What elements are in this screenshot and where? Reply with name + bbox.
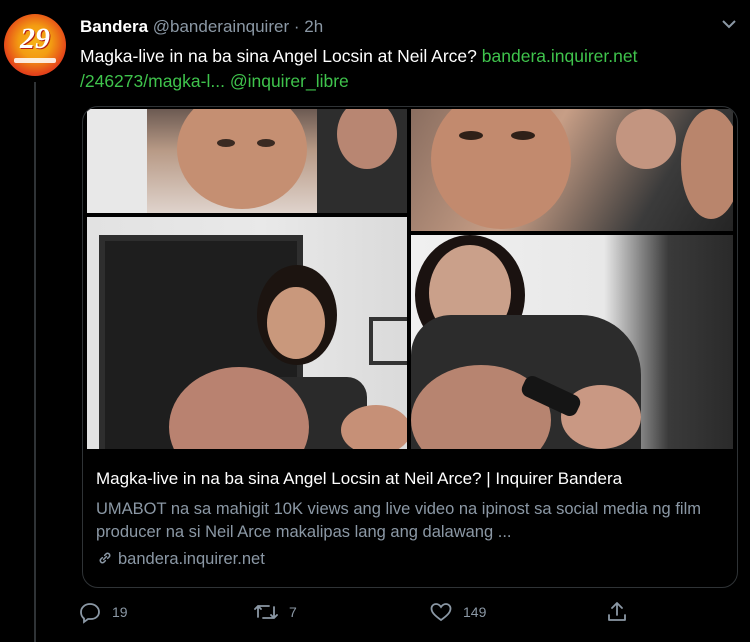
tweet-actions: 19 7 149 xyxy=(78,598,738,628)
reply-icon xyxy=(80,603,100,624)
link-card[interactable]: Magka-live in na ba sina Angel Locsin at… xyxy=(82,106,738,588)
card-title[interactable]: Magka-live in na ba sina Angel Locsin at… xyxy=(96,469,726,489)
tweet-time[interactable]: 2h xyxy=(304,17,323,36)
card-image-4 xyxy=(411,235,733,449)
account-name[interactable]: Bandera xyxy=(80,17,148,36)
chevron-down-icon xyxy=(722,20,736,29)
tweet-header: Bandera @banderainquirer · 2h xyxy=(80,17,323,37)
retweet-icon xyxy=(254,605,278,619)
account-handle[interactable]: @banderainquirer xyxy=(153,17,289,36)
like-button[interactable]: 149 xyxy=(429,600,486,624)
thread-line xyxy=(34,82,36,642)
like-count: 149 xyxy=(463,604,487,620)
card-image-1 xyxy=(87,109,407,213)
share-icon xyxy=(608,602,626,621)
share-button[interactable] xyxy=(605,600,629,624)
card-image-3 xyxy=(87,217,407,449)
link-icon xyxy=(99,552,111,564)
reply-count: 19 xyxy=(112,604,128,620)
tweet-body: Magka-live in na ba sina Angel Locsin at… xyxy=(80,46,477,66)
retweet-button[interactable]: 7 xyxy=(253,600,297,624)
reply-button[interactable]: 19 xyxy=(78,600,128,624)
avatar-logo-text: 29 xyxy=(20,22,50,55)
card-description: UMABOT na sa mahigit 10K views ang live … xyxy=(96,500,701,541)
card-image-2 xyxy=(411,109,733,231)
card-domain[interactable]: bandera.inquirer.net xyxy=(96,549,265,569)
like-icon xyxy=(430,603,452,622)
tweet-text: Magka-live in na ba sina Angel Locsin at… xyxy=(80,44,720,94)
avatar-logo-stripe xyxy=(14,58,56,63)
tweet-mention[interactable]: @inquirer_libre xyxy=(230,71,349,91)
card-domain-text: bandera.inquirer.net xyxy=(118,550,265,568)
separator-dot: · xyxy=(293,17,300,36)
more-options-button[interactable] xyxy=(717,14,741,34)
avatar[interactable]: 29 xyxy=(4,14,66,76)
retweet-count: 7 xyxy=(289,604,297,620)
